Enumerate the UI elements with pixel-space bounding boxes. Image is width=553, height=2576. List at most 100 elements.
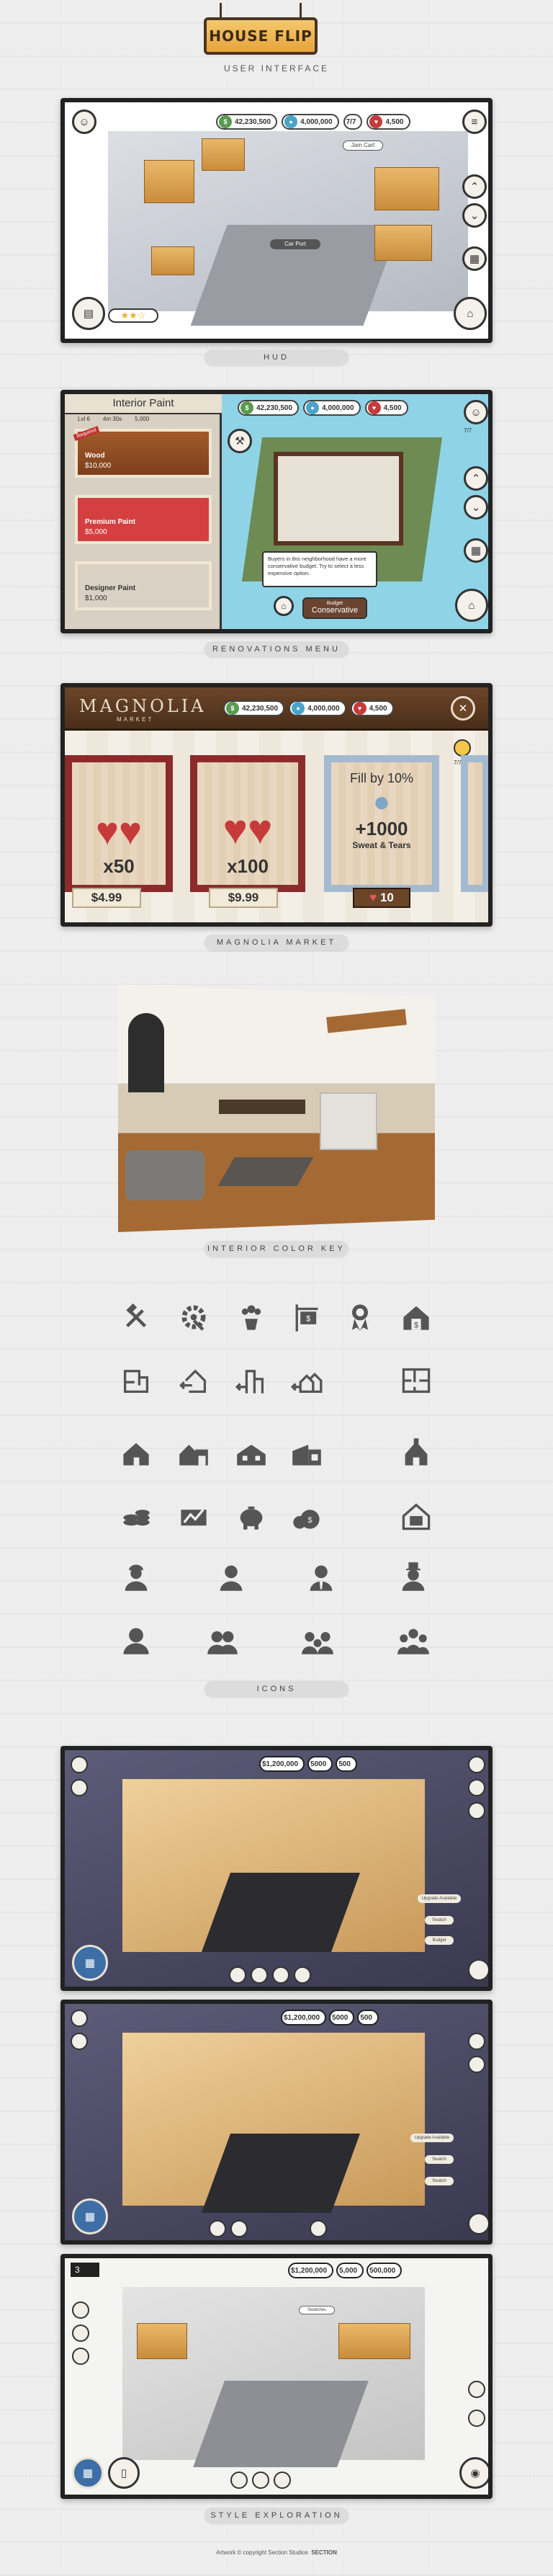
hearts-price-button[interactable]: ♥ 10	[353, 888, 410, 908]
settings-button[interactable]	[468, 1756, 485, 1773]
hud-screen: Car Port Jam Cart $42,230,500 ● 4,000,000…	[60, 98, 493, 343]
view-button[interactable]	[468, 2213, 488, 2234]
hammer-wrench-icon	[117, 1298, 155, 1336]
profile-button[interactable]	[71, 1779, 88, 1796]
journal-button[interactable]: ▤	[72, 297, 105, 330]
rotate-up-button[interactable]: ⌃	[464, 466, 488, 491]
profile-button[interactable]: ☺	[72, 110, 96, 134]
home-button[interactable]: ⌂	[455, 589, 488, 622]
tool-button[interactable]	[230, 2220, 248, 2237]
tool-button[interactable]	[209, 2220, 226, 2237]
style-variant-3: 3 $1,200,000 5,000 500,000 Swatches ▦ ▯ …	[60, 2254, 493, 2499]
build-button[interactable]: ▦	[72, 1945, 108, 1981]
avatar-button[interactable]	[71, 1756, 88, 1773]
tool-button[interactable]	[294, 1966, 311, 1984]
swatch-tag[interactable]: Swatch	[425, 2177, 454, 2185]
market-item-hearts-100[interactable]: ♥♥ x100	[190, 755, 305, 892]
currency-b: 500	[357, 2010, 379, 2025]
menu-button[interactable]: ≡	[462, 110, 487, 134]
tools-button[interactable]: ⚒	[228, 429, 252, 453]
water-counter: ● 4,000,000	[303, 400, 361, 416]
swatch-tag[interactable]: Swatch	[425, 1916, 454, 1925]
side-button[interactable]	[72, 2325, 89, 2342]
dining-table	[219, 1100, 305, 1114]
currency-a-value: 5000	[310, 1760, 327, 1768]
avatar	[454, 739, 471, 757]
currency-b-value: 500	[360, 2013, 372, 2022]
floor-plan-icon	[397, 1362, 435, 1399]
money-counter: $42,230,500	[223, 700, 285, 716]
view-button[interactable]: ◉	[459, 2457, 488, 2489]
gear-button[interactable]	[468, 2033, 485, 2050]
option-designer-paint[interactable]: Designer Paint $1,000	[75, 561, 212, 610]
interior-render	[118, 984, 435, 1232]
tool-button[interactable]	[272, 1966, 289, 1984]
door-button[interactable]: ▯	[108, 2457, 140, 2489]
side-button[interactable]	[72, 2301, 89, 2319]
budget-label: Budget	[326, 601, 343, 606]
tool-button[interactable]	[230, 2472, 248, 2489]
house-info-button[interactable]: ⌂	[274, 596, 294, 616]
tool-button[interactable]	[251, 1966, 268, 1984]
tool-button[interactable]	[274, 2472, 291, 2489]
hearts-icon: ♥♥	[95, 810, 143, 853]
house-icon: ⌂	[467, 307, 474, 320]
swatches-tag[interactable]: Swatches	[299, 2306, 335, 2314]
paint-panel: Interior Paint Lvl 6 4m 30s 5,000 Requir…	[65, 394, 222, 629]
list-button[interactable]	[468, 1802, 485, 1819]
eye-icon: ◉	[470, 2467, 480, 2479]
gear-button[interactable]	[468, 1779, 485, 1796]
rotate-up-button[interactable]: ⌃	[462, 174, 487, 199]
tool-button[interactable]	[310, 2220, 327, 2237]
budget-tip: Buyers in this neighborhood have a more …	[262, 551, 377, 587]
close-button[interactable]: ✕	[451, 696, 475, 721]
style-variant-2: $1,200,000 5000 500 Upgrade Available Sw…	[60, 2000, 493, 2245]
section-label-hud: HUD	[204, 349, 349, 365]
water-value: 4,000,000	[307, 704, 340, 713]
avatar-button[interactable]	[71, 2010, 88, 2027]
swatch-tag[interactable]: Swatch	[425, 2155, 454, 2164]
list-button[interactable]	[468, 2056, 485, 2073]
price-button[interactable]: $4.99	[72, 888, 141, 908]
budget-value: Conservative	[311, 606, 359, 615]
tool-button[interactable]	[229, 1966, 246, 1984]
build-button[interactable]: ▦	[72, 2457, 104, 2489]
blueprint-button[interactable]: ▦	[462, 246, 487, 271]
money-counter: $1,200,000	[259, 1756, 305, 1772]
market-item-hearts-50[interactable]: ♥♥ x50	[65, 755, 173, 892]
blueprint-icon: ▦	[469, 253, 480, 265]
side-button[interactable]	[468, 2410, 485, 2427]
item-tag[interactable]: Jam Cart	[343, 141, 383, 151]
market-screen: MAGNOLIA MARKET $42,230,500 ● 4,000,000 ♥…	[60, 683, 493, 927]
market-item-partial[interactable]	[461, 755, 488, 892]
rotate-down-button[interactable]: ⌄	[462, 203, 487, 228]
plant-pot-icon	[233, 1298, 270, 1336]
level-badge: 3	[71, 2263, 99, 2277]
money-counter: $42,230,500	[238, 400, 300, 416]
view-button[interactable]	[468, 1959, 488, 1981]
option-premium-paint[interactable]: Premium Paint $5,000	[75, 495, 212, 544]
market-item-sweat-tears[interactable]: Fill by 10% ● +1000 Sweat & Tears	[324, 755, 439, 892]
house-value-icon	[397, 1497, 435, 1535]
build-button[interactable]: ▦	[72, 2198, 108, 2234]
option-wood[interactable]: Required Wood $10,000	[73, 426, 212, 478]
budget-tag[interactable]: Budget	[425, 1936, 454, 1945]
contractor-icon	[117, 1558, 155, 1595]
side-button[interactable]	[72, 2348, 89, 2365]
home-button[interactable]: ⌂	[454, 297, 487, 330]
profile-button[interactable]	[71, 2033, 88, 2050]
house-rooms	[274, 452, 403, 545]
upgrade-tag[interactable]: Upgrade Available	[418, 1894, 461, 1903]
couple-buyers-icon	[204, 1621, 241, 1659]
ranch-house-icon	[233, 1434, 270, 1471]
blueprint-button[interactable]: ▦	[464, 538, 488, 563]
rotate-down-button[interactable]: ⌄	[464, 495, 488, 520]
avatar-button[interactable]: ☺	[464, 400, 488, 424]
side-button[interactable]	[468, 2381, 485, 2398]
price-button[interactable]: $9.99	[209, 888, 278, 908]
upgrade-tag[interactable]: Upgrade Available	[410, 2134, 454, 2142]
menu-icon: ≡	[471, 115, 478, 128]
tool-button[interactable]	[252, 2472, 269, 2489]
hearts-icon: ♥♥	[222, 806, 273, 853]
stand-label: Car Port	[270, 239, 320, 249]
